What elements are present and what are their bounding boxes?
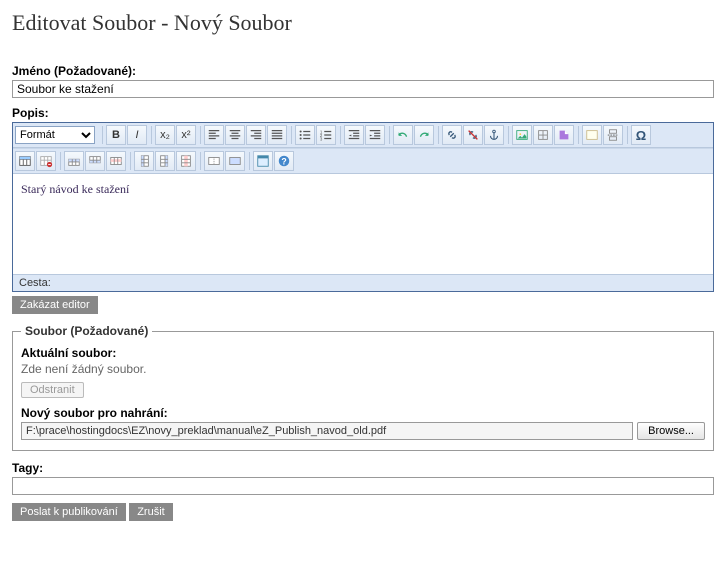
toolbar-separator — [130, 152, 131, 170]
svg-text:?: ? — [281, 157, 286, 167]
current-file-value: Zde není žádný soubor. — [21, 362, 705, 376]
ordered-list-button[interactable]: 123 — [316, 125, 336, 145]
toolbar-separator — [200, 126, 201, 144]
toolbar-separator — [200, 152, 201, 170]
special-char-button[interactable]: Ω — [631, 125, 651, 145]
toolbar-separator — [151, 126, 152, 144]
image-button[interactable] — [512, 125, 532, 145]
unlink-button[interactable] — [463, 125, 483, 145]
table-button[interactable] — [15, 151, 35, 171]
indent-button[interactable] — [365, 125, 385, 145]
file-legend: Soubor (Požadované) — [21, 324, 152, 338]
desc-label: Popis: — [12, 106, 714, 120]
toolbar-separator — [249, 152, 250, 170]
name-label: Jméno (Požadované): — [12, 64, 714, 78]
remove-file-button[interactable]: Odstranit — [21, 382, 84, 398]
undo-button[interactable] — [393, 125, 413, 145]
pagebreak-button[interactable] — [603, 125, 623, 145]
toolbar-separator — [60, 152, 61, 170]
custom-tag-button[interactable] — [554, 125, 574, 145]
editor-path-bar: Cesta: — [13, 274, 713, 291]
toolbar-separator — [291, 126, 292, 144]
outdent-button[interactable] — [344, 125, 364, 145]
align-right-button[interactable] — [246, 125, 266, 145]
name-input[interactable] — [12, 80, 714, 98]
tags-input[interactable] — [12, 477, 714, 495]
cancel-button[interactable]: Zrušit — [129, 503, 173, 521]
file-fieldset: Soubor (Požadované) Aktuální soubor: Zde… — [12, 324, 714, 451]
current-file-label: Aktuální soubor: — [21, 346, 705, 360]
unordered-list-button[interactable] — [295, 125, 315, 145]
delete-row-button[interactable] — [106, 151, 126, 171]
editor-toolbar-row2: ? — [13, 148, 713, 174]
tags-label: Tagy: — [12, 461, 714, 475]
row-before-button[interactable] — [64, 151, 84, 171]
toolbar-separator — [627, 126, 628, 144]
split-cell-button[interactable] — [204, 151, 224, 171]
merge-cell-button[interactable] — [225, 151, 245, 171]
object-button[interactable] — [533, 125, 553, 145]
superscript-button[interactable]: x² — [176, 125, 196, 145]
browse-button[interactable]: Browse... — [637, 422, 705, 440]
rich-text-editor: Formát B I x₂ x² 123 — [12, 122, 714, 292]
fullscreen-button[interactable] — [253, 151, 273, 171]
editor-content-area[interactable]: Starý návod ke stažení — [13, 174, 713, 274]
anchor-button[interactable] — [484, 125, 504, 145]
italic-button[interactable]: I — [127, 125, 147, 145]
align-center-button[interactable] — [225, 125, 245, 145]
col-after-button[interactable] — [155, 151, 175, 171]
toolbar-separator — [340, 126, 341, 144]
toolbar-separator — [389, 126, 390, 144]
editor-toolbar-row1: Formát B I x₂ x² 123 — [13, 123, 713, 148]
col-before-button[interactable] — [134, 151, 154, 171]
toolbar-separator — [578, 126, 579, 144]
help-button[interactable]: ? — [274, 151, 294, 171]
row-after-button[interactable] — [85, 151, 105, 171]
link-button[interactable] — [442, 125, 462, 145]
toolbar-separator — [102, 126, 103, 144]
toolbar-separator — [438, 126, 439, 144]
upload-path-input[interactable] — [21, 422, 633, 440]
toolbar-separator — [508, 126, 509, 144]
literal-button[interactable] — [582, 125, 602, 145]
subscript-button[interactable]: x₂ — [155, 125, 175, 145]
delete-table-button[interactable] — [36, 151, 56, 171]
delete-col-button[interactable] — [176, 151, 196, 171]
format-select[interactable]: Formát — [15, 126, 95, 144]
publish-button[interactable]: Poslat k publikování — [12, 503, 126, 521]
align-justify-button[interactable] — [267, 125, 287, 145]
svg-text:3: 3 — [320, 136, 323, 141]
bold-button[interactable]: B — [106, 125, 126, 145]
disable-editor-button[interactable]: Zakázat editor — [12, 296, 98, 314]
page-title: Editovat Soubor - Nový Soubor — [12, 10, 714, 36]
redo-button[interactable] — [414, 125, 434, 145]
align-left-button[interactable] — [204, 125, 224, 145]
upload-label: Nový soubor pro nahrání: — [21, 406, 705, 420]
